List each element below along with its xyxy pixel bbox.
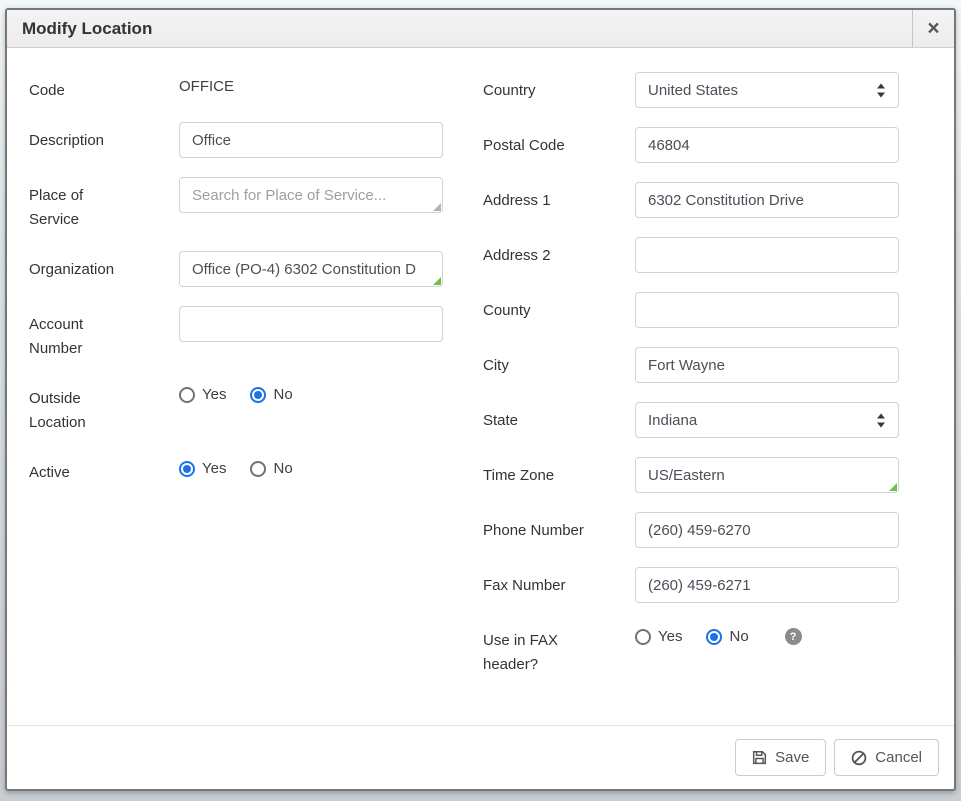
field-row-account-number: Account Number	[29, 306, 443, 361]
field-row-state: State Indiana	[483, 402, 903, 438]
dialog-footer: Save Cancel	[7, 725, 954, 789]
description-input[interactable]	[179, 122, 443, 158]
country-select-value: United States	[648, 82, 738, 99]
field-row-code: Code OFFICE	[29, 72, 443, 103]
combo-corner-icon	[433, 203, 441, 211]
country-select[interactable]: United States	[635, 72, 899, 108]
code-label: Code	[29, 72, 179, 103]
modify-location-dialog: Modify Location × Code OFFICE Descriptio…	[5, 8, 956, 791]
field-row-time-zone: Time Zone	[483, 457, 903, 493]
dialog-body: Code OFFICE Description Place of Service	[7, 48, 954, 725]
outside-location-yes-option[interactable]: Yes	[179, 386, 226, 403]
save-icon	[752, 750, 767, 765]
dialog-title: Modify Location	[7, 10, 912, 47]
account-number-input[interactable]	[179, 306, 443, 342]
description-label: Description	[29, 122, 179, 158]
field-row-county: County	[483, 292, 903, 328]
fax-label: Fax Number	[483, 567, 635, 603]
field-row-organization: Organization	[29, 251, 443, 287]
state-select[interactable]: Indiana	[635, 402, 899, 438]
save-button[interactable]: Save	[735, 739, 826, 776]
save-button-label: Save	[775, 749, 809, 766]
city-label: City	[483, 347, 635, 383]
field-row-country: Country United States	[483, 72, 903, 108]
left-column: Code OFFICE Description Place of Service	[29, 72, 443, 717]
close-icon: ×	[927, 17, 939, 40]
radio-label: No	[273, 460, 292, 477]
county-label: County	[483, 292, 635, 328]
postal-code-label: Postal Code	[483, 127, 635, 163]
place-of-service-input[interactable]	[179, 177, 443, 213]
field-row-place-of-service: Place of Service	[29, 177, 443, 232]
postal-code-input[interactable]	[635, 127, 899, 163]
city-input[interactable]	[635, 347, 899, 383]
field-row-fax: Fax Number	[483, 567, 903, 603]
radio-icon	[706, 629, 722, 645]
state-select-value: Indiana	[648, 412, 697, 429]
field-row-city: City	[483, 347, 903, 383]
updown-arrows-icon	[876, 413, 886, 428]
use-fax-header-no-option[interactable]: No	[706, 628, 748, 645]
cancel-button-label: Cancel	[875, 749, 922, 766]
radio-label: No	[273, 386, 292, 403]
use-fax-header-radio-group: Yes No ?	[635, 622, 899, 645]
state-label: State	[483, 402, 635, 438]
country-label: Country	[483, 72, 635, 108]
radio-label: No	[729, 628, 748, 645]
active-yes-option[interactable]: Yes	[179, 460, 226, 477]
cancel-button[interactable]: Cancel	[834, 739, 939, 776]
field-row-address1: Address 1	[483, 182, 903, 218]
right-column: Country United States	[483, 72, 903, 717]
organization-input[interactable]	[179, 251, 443, 287]
radio-icon	[250, 461, 266, 477]
organization-label: Organization	[29, 251, 179, 287]
radio-label: Yes	[202, 386, 226, 403]
field-row-description: Description	[29, 122, 443, 158]
field-row-address2: Address 2	[483, 237, 903, 273]
active-no-option[interactable]: No	[250, 460, 292, 477]
combo-corner-icon	[889, 483, 897, 491]
place-of-service-label: Place of Service	[29, 177, 179, 232]
time-zone-label: Time Zone	[483, 457, 635, 493]
dialog-header: Modify Location ×	[7, 10, 954, 48]
close-button[interactable]: ×	[912, 10, 954, 47]
radio-icon	[179, 461, 195, 477]
radio-icon	[179, 387, 195, 403]
field-row-use-fax-header: Use in FAX header? Yes No ?	[483, 622, 903, 677]
use-fax-header-label: Use in FAX header?	[483, 622, 635, 677]
county-input[interactable]	[635, 292, 899, 328]
time-zone-input[interactable]	[635, 457, 899, 493]
page-backdrop: Modify Location × Code OFFICE Descriptio…	[0, 0, 961, 791]
cancel-icon	[851, 750, 867, 766]
phone-input[interactable]	[635, 512, 899, 548]
outside-location-radio-group: Yes No	[179, 380, 443, 403]
active-label: Active	[29, 454, 179, 485]
outside-location-label: Outside Location	[29, 380, 179, 435]
address1-label: Address 1	[483, 182, 635, 218]
radio-icon	[250, 387, 266, 403]
account-number-label: Account Number	[29, 306, 179, 361]
address1-input[interactable]	[635, 182, 899, 218]
updown-arrows-icon	[876, 83, 886, 98]
combo-corner-icon	[433, 277, 441, 285]
code-value: OFFICE	[179, 72, 443, 95]
radio-label: Yes	[202, 460, 226, 477]
field-row-active: Active Yes No	[29, 454, 443, 485]
use-fax-header-yes-option[interactable]: Yes	[635, 628, 682, 645]
radio-label: Yes	[658, 628, 682, 645]
field-row-outside-location: Outside Location Yes No	[29, 380, 443, 435]
fax-input[interactable]	[635, 567, 899, 603]
help-icon[interactable]: ?	[785, 628, 802, 645]
field-row-postal-code: Postal Code	[483, 127, 903, 163]
outside-location-no-option[interactable]: No	[250, 386, 292, 403]
phone-label: Phone Number	[483, 512, 635, 548]
address2-input[interactable]	[635, 237, 899, 273]
radio-icon	[635, 629, 651, 645]
address2-label: Address 2	[483, 237, 635, 273]
active-radio-group: Yes No	[179, 454, 443, 477]
field-row-phone: Phone Number	[483, 512, 903, 548]
